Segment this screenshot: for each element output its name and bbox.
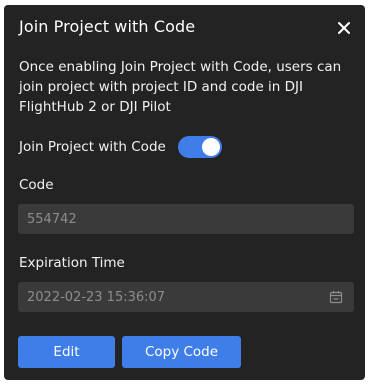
code-value: 554742: [27, 211, 77, 227]
copy-code-button[interactable]: Copy Code: [122, 336, 241, 368]
calendar-icon[interactable]: [329, 290, 343, 304]
close-icon: [338, 22, 350, 34]
join-project-dialog: Join Project with Code Once enabling Joi…: [4, 5, 365, 380]
join-toggle-switch[interactable]: [177, 136, 222, 158]
dialog-description: Once enabling Join Project with Code, us…: [19, 59, 342, 115]
dialog-title: Join Project with Code: [19, 17, 196, 36]
expiration-label: Expiration Time: [19, 255, 125, 271]
join-toggle-row: Join Project with Code: [19, 136, 222, 158]
expiration-value: 2022-02-23 15:36:07: [27, 289, 166, 305]
code-field[interactable]: 554742: [18, 204, 354, 234]
toggle-knob: [201, 138, 220, 156]
join-toggle-label: Join Project with Code: [19, 139, 166, 155]
expiration-field[interactable]: 2022-02-23 15:36:07: [18, 282, 354, 312]
close-button[interactable]: [333, 17, 355, 39]
edit-button[interactable]: Edit: [18, 336, 115, 368]
code-label: Code: [19, 177, 54, 193]
